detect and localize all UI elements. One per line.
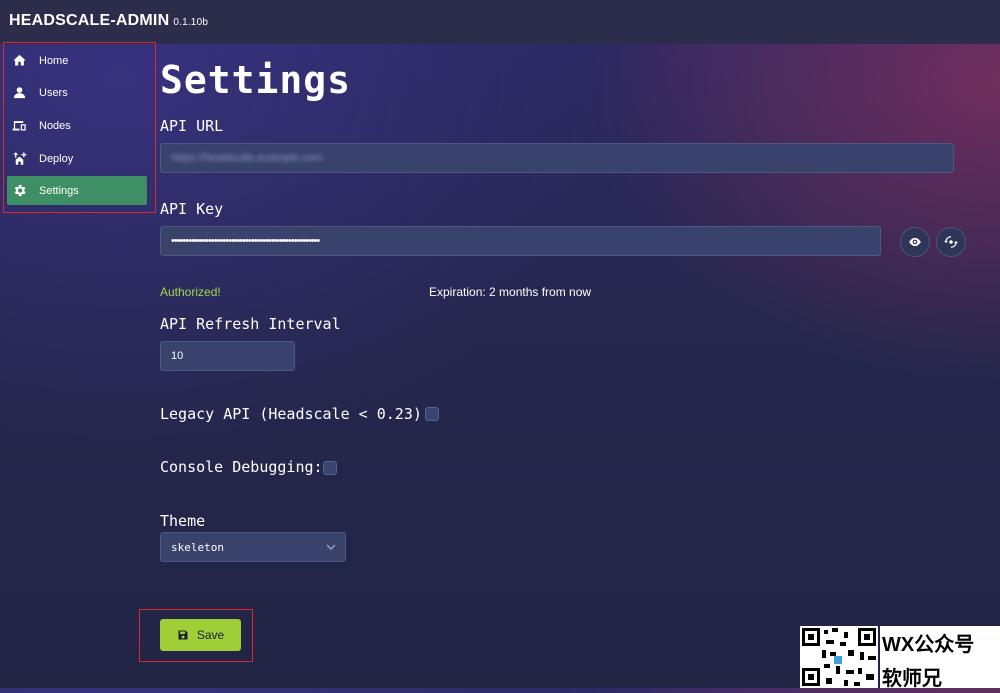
- show-api-key-button[interactable]: [900, 227, 930, 257]
- sidebar-item-nodes[interactable]: Nodes: [7, 111, 147, 140]
- api-url-value: https://headscale.example.com: [171, 152, 323, 164]
- api-key-label: API Key: [160, 200, 224, 218]
- api-key-value: ••••••••••••••••••••••••••••••••••••••••…: [171, 235, 320, 247]
- qr-code-image: [800, 626, 878, 688]
- legacy-api-checkbox[interactable]: [425, 407, 439, 421]
- sidebar-item-users[interactable]: Users: [7, 78, 147, 107]
- api-key-input[interactable]: ••••••••••••••••••••••••••••••••••••••••…: [160, 226, 881, 256]
- devices-icon: [10, 117, 28, 135]
- api-url-input[interactable]: https://headscale.example.com: [160, 143, 954, 173]
- home-icon: [10, 52, 28, 70]
- refresh-api-key-button[interactable]: [936, 227, 966, 257]
- theme-select-value: skeleton: [171, 540, 224, 554]
- sidebar-item-deploy[interactable]: Deploy: [7, 144, 147, 173]
- console-debugging-label: Console Debugging:: [160, 458, 323, 476]
- save-button-label: Save: [196, 628, 225, 642]
- sidebar-item-label: Deploy: [39, 152, 74, 165]
- refresh-icon: [944, 235, 958, 249]
- gear-icon: [10, 182, 28, 200]
- save-icon: [177, 629, 197, 641]
- refresh-interval-value: 10: [171, 350, 184, 362]
- sidebar-item-label: Users: [39, 86, 68, 99]
- sidebar-item-home[interactable]: Home: [7, 46, 147, 75]
- expiration-text: Expiration: 2 months from now: [429, 285, 592, 299]
- refresh-interval-input[interactable]: 10: [160, 341, 295, 371]
- watermark-line-1: WX公众号: [882, 634, 975, 656]
- app-version: 0.1.10b: [173, 17, 209, 28]
- eye-icon: [908, 235, 922, 249]
- theme-select[interactable]: skeleton: [160, 532, 346, 562]
- watermark-line-2: 软师兄: [882, 668, 942, 690]
- console-debugging-checkbox[interactable]: [323, 461, 337, 475]
- sidebar-item-settings[interactable]: Settings: [7, 176, 147, 205]
- sidebar-item-label: Home: [39, 54, 69, 67]
- sidebar-item-label: Settings: [39, 184, 79, 197]
- top-bar: HEADSCALE-ADMIN 0.1.10b: [0, 0, 1000, 44]
- app-name: HEADSCALE-ADMIN: [9, 12, 170, 29]
- deploy-icon: [10, 150, 28, 168]
- authorized-status: Authorized!: [160, 285, 221, 299]
- legacy-api-label: Legacy API (Headscale < 0.23):: [160, 405, 431, 423]
- chevron-down-icon: [326, 542, 336, 555]
- theme-label: Theme: [160, 512, 206, 530]
- save-button[interactable]: Save: [160, 619, 241, 651]
- refresh-interval-label: API Refresh Interval: [160, 315, 341, 333]
- sidebar-item-label: Nodes: [39, 119, 71, 132]
- app-title[interactable]: HEADSCALE-ADMIN 0.1.10b: [9, 12, 208, 30]
- api-url-label: API URL: [160, 117, 224, 135]
- page-title: Settings: [160, 58, 352, 102]
- watermark: WX公众号 软师兄: [880, 626, 1000, 690]
- user-icon: [10, 84, 28, 102]
